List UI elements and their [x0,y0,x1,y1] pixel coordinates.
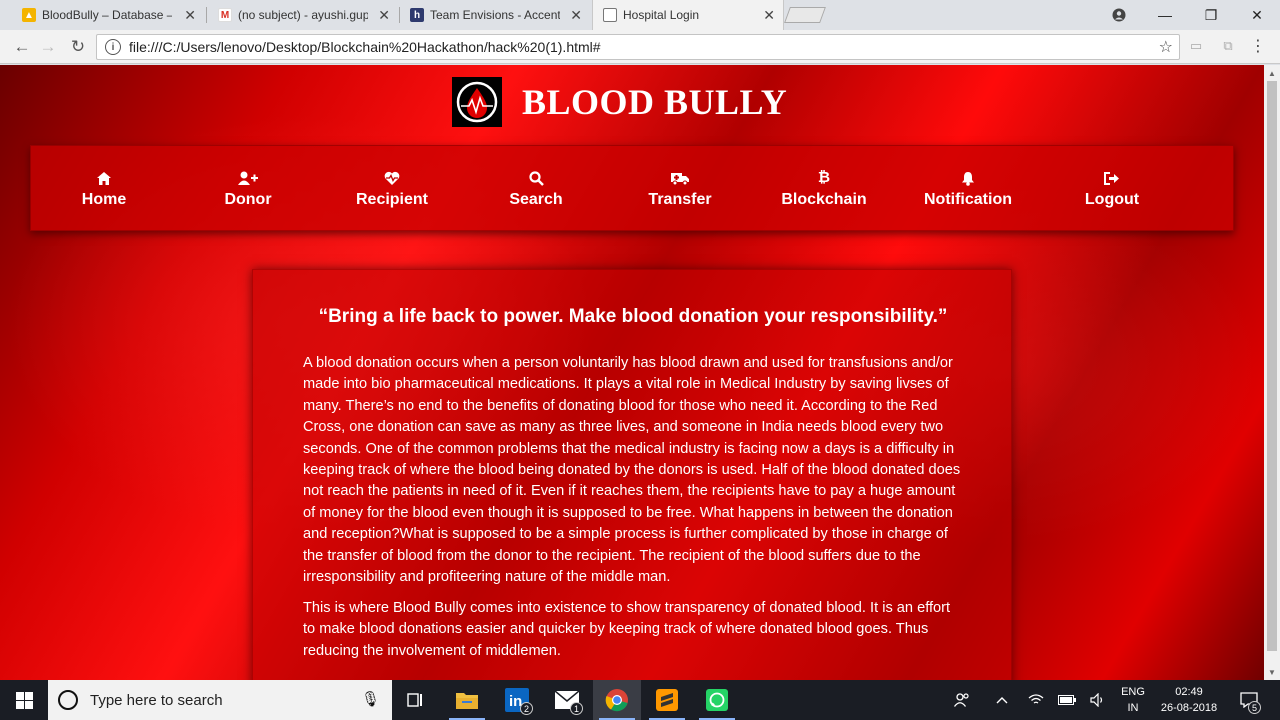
linkedin-icon[interactable]: in 2 [493,680,541,720]
tab-title: Hospital Login [623,8,700,22]
clock-date: 26-08-2018 [1160,702,1218,714]
brand-name: BLOOD BULLY [522,82,788,122]
tab-title: Team Envisions - Accentu [430,8,560,22]
system-clock[interactable]: 02:49 26-08-2018 [1152,684,1226,716]
nav-notification[interactable]: Notification [896,146,1040,232]
language-code: ENG [1121,686,1145,698]
browser-tab[interactable]: h Team Envisions - Accentu ✕ [400,0,590,30]
reload-icon[interactable]: ↻ [66,35,90,59]
heartbeat-icon [384,169,400,187]
browser-tab-active[interactable]: Hospital Login ✕ [592,0,784,30]
nav-label: Notification [924,191,1012,208]
blood-drop-logo-icon [452,77,502,127]
add-user-icon [238,169,258,187]
profile-icon[interactable] [1096,0,1142,30]
url-text[interactable]: file:///C:/Users/lenovo/Desktop/Blockcha… [129,39,601,55]
nav-label: Logout [1084,191,1140,208]
clock-time: 02:49 [1175,686,1203,698]
linkedin-badge: 2 [520,702,533,715]
site-header: BLOOD BULLY [452,77,787,127]
blood-bully-favicon: ▲ [22,8,36,22]
mail-icon[interactable]: 1 [543,680,591,720]
windows-taskbar: Type here to search 🎙 in 2 1 ENG IN 02:4… [0,680,1280,720]
nav-donor[interactable]: Donor [176,146,320,232]
taskbar-search-box[interactable]: Type here to search 🎙 [48,680,392,720]
document-favicon [603,8,617,22]
action-center-icon[interactable]: 5 [1234,680,1264,720]
scrollbar-thumb[interactable] [1267,81,1277,651]
nav-blockchain[interactable]: ₿ Blockchain [752,146,896,232]
nav-home[interactable]: Home [32,146,176,232]
close-tab-icon[interactable]: ✕ [570,7,582,24]
region-code: IN [1127,702,1139,714]
restore-icon[interactable]: ❐ [1188,0,1234,30]
wifi-icon[interactable] [1024,680,1048,720]
extension-icon[interactable]: ⧉ [1220,38,1236,54]
bitcoin-icon: ₿ [817,169,831,186]
close-tab-icon[interactable]: ✕ [378,7,390,24]
cortana-icon [58,690,78,710]
bookmark-star-icon[interactable]: ☆ [1159,37,1173,57]
back-arrow-icon[interactable]: ← [10,35,34,59]
nav-logout[interactable]: Logout [1040,146,1184,232]
about-paragraph: A blood donation occurs when a person vo… [303,355,961,586]
address-bar[interactable]: i file:///C:/Users/lenovo/Desktop/Blockc… [96,34,1180,60]
browser-toolbar: ← → ↻ i file:///C:/Users/lenovo/Desktop/… [0,30,1280,64]
chevron-up-icon[interactable] [990,680,1014,720]
nav-search[interactable]: Search [464,146,608,232]
minimize-icon[interactable]: — [1142,0,1188,30]
browser-tab-strip: ▲ BloodBully – Database – ✕ M (no subjec… [0,0,1280,30]
chrome-icon[interactable] [593,680,641,720]
close-tab-icon[interactable]: ✕ [763,7,775,24]
file-explorer-icon[interactable] [443,680,491,720]
new-tab-button[interactable] [784,7,826,23]
hackerearth-favicon: h [410,8,424,22]
about-panel: “Bring a life back to power. Make blood … [252,269,1012,680]
menu-dots-icon[interactable]: ⋮ [1250,38,1266,55]
scroll-down-arrow-icon[interactable]: ▼ [1264,665,1280,679]
bell-icon [961,169,975,187]
notification-count-badge: 5 [1248,701,1261,714]
scroll-up-arrow-icon[interactable]: ▲ [1264,66,1280,80]
microphone-icon[interactable]: 🎙 [361,690,380,708]
home-icon [97,169,111,187]
battery-icon[interactable] [1055,680,1079,720]
forward-arrow-icon[interactable]: → [36,35,60,59]
search-icon [528,169,544,187]
language-indicator[interactable]: ENG IN [1118,684,1148,716]
nav-label: Donor [224,191,272,208]
page-scrollbar[interactable]: ▲ ▼ [1264,65,1280,680]
nav-label: Search [509,191,563,208]
sublime-text-icon[interactable] [643,680,691,720]
windows-start-icon[interactable] [0,680,48,720]
task-view-icon[interactable] [392,680,440,720]
nav-transfer[interactable]: Transfer [608,146,752,232]
nav-label: Transfer [648,191,712,208]
nav-label: Home [81,191,127,208]
tab-title: BloodBully – Database – [42,8,172,22]
mail-badge: 1 [570,702,583,715]
extension-icon[interactable]: ▭ [1188,38,1204,54]
tab-divider [206,7,207,23]
close-window-icon[interactable]: ✕ [1234,0,1280,30]
web-page: BLOOD BULLY Home Donor Recipient Search [0,65,1264,680]
nav-label: Blockchain [781,191,867,208]
sign-out-icon [1104,169,1120,187]
volume-icon[interactable] [1086,680,1110,720]
info-icon[interactable]: i [105,39,121,55]
search-placeholder: Type here to search [90,691,223,709]
browser-tab[interactable]: ▲ BloodBully – Database – ✕ [12,0,204,30]
tab-title: (no subject) - ayushi.gup [238,8,368,22]
ambulance-icon [671,169,689,187]
browser-tab[interactable]: M (no subject) - ayushi.gup ✕ [208,0,398,30]
tagline-quote: “Bring a life back to power. Make blood … [318,306,948,327]
about-paragraph: This is where Blood Bully comes into exi… [303,600,951,659]
main-navigation: Home Donor Recipient Search Transfer ₿ B… [30,145,1234,231]
nav-recipient[interactable]: Recipient [320,146,464,232]
people-icon[interactable] [950,680,974,720]
gmail-favicon: M [218,8,232,22]
whatsapp-icon[interactable] [693,680,741,720]
nav-label: Recipient [355,191,428,208]
close-tab-icon[interactable]: ✕ [184,7,196,24]
